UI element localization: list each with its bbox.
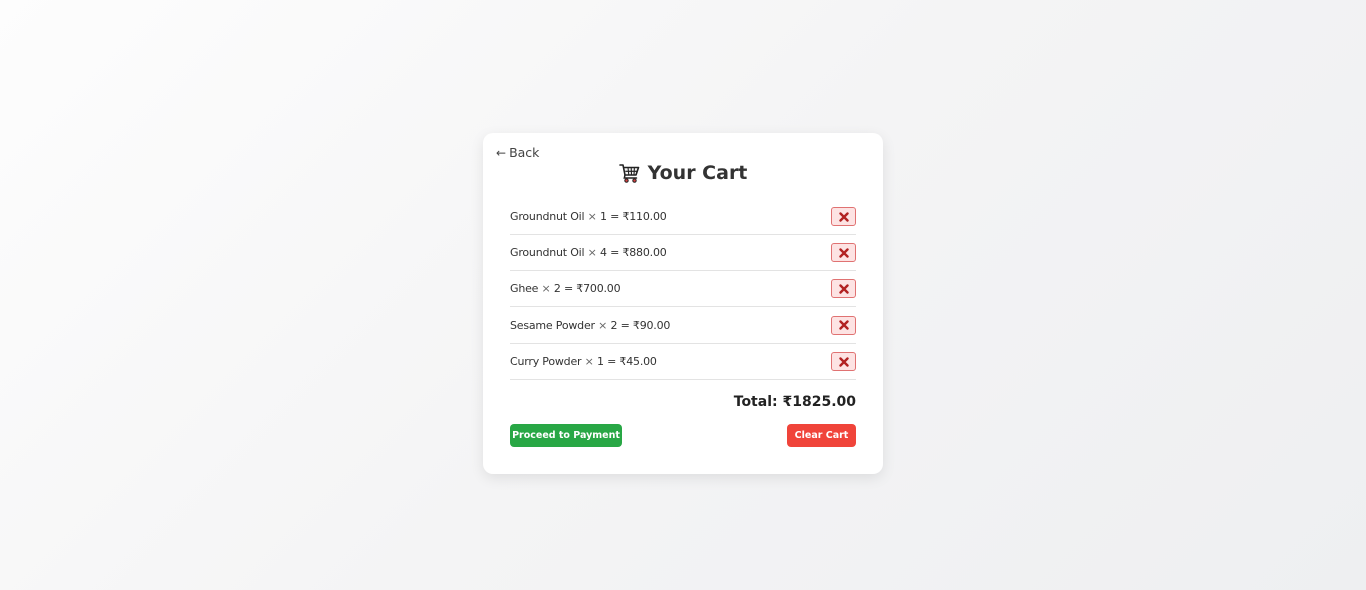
cart-item-name: Groundnut Oil (510, 246, 585, 259)
close-icon (838, 247, 849, 258)
cart-item-subtotal: ₹110.00 (622, 210, 667, 223)
cart-item: Groundnut Oil × 1 = ₹110.00 (510, 199, 856, 235)
cart-item-text: Groundnut Oil × 1 = ₹110.00 (510, 210, 667, 223)
remove-item-button[interactable] (831, 279, 856, 298)
cart-item-text: Ghee × 2 = ₹700.00 (510, 282, 621, 295)
cart-item-name: Curry Powder (510, 355, 582, 368)
cart-item-quantity: 1 (600, 210, 607, 223)
cart-item-quantity: 2 (553, 282, 561, 295)
cart-item-text: Sesame Powder × 2 = ₹90.00 (510, 318, 671, 332)
cart-item-text: Curry Powder × 1 = ₹45.00 (510, 355, 657, 368)
close-icon (838, 283, 849, 294)
remove-item-button[interactable] (831, 315, 856, 335)
page-title-text: Your Cart (647, 162, 748, 184)
cart-card: ← Back Your Cart Groundnut Oil × 1 = ₹11… (483, 133, 883, 474)
cart-total-value: ₹1825.00 (782, 394, 856, 410)
cart-item-text: Groundnut Oil × 4 = ₹880.00 (510, 246, 667, 259)
cart-item-subtotal: ₹90.00 (632, 318, 671, 332)
cart-item: Ghee × 2 = ₹700.00 (510, 271, 856, 307)
cart-item-quantity: 1 (596, 355, 604, 368)
cart-item: Sesame Powder × 2 = ₹90.00 (510, 307, 856, 344)
remove-item-button[interactable] (831, 207, 856, 226)
cart-total-label: Total: (733, 394, 778, 410)
cart-total: Total: ₹1825.00 (734, 394, 856, 410)
cart-item-subtotal: ₹880.00 (622, 246, 667, 259)
close-icon (838, 211, 849, 222)
shopping-cart-icon (618, 162, 641, 184)
cart-item: Groundnut Oil × 4 = ₹880.00 (510, 235, 856, 271)
remove-item-button[interactable] (831, 352, 856, 371)
cart-item-name: Ghee (510, 282, 539, 295)
cart-item-name: Sesame Powder (510, 318, 595, 332)
cart-item-name: Groundnut Oil (510, 210, 585, 223)
close-icon (838, 356, 849, 367)
cart-item-subtotal: ₹700.00 (576, 282, 621, 295)
cart-item-subtotal: ₹45.00 (619, 355, 657, 368)
back-arrow-icon: ← (496, 145, 507, 160)
page-title: Your Cart (483, 162, 883, 184)
close-icon (838, 320, 849, 330)
clear-cart-button[interactable]: Clear Cart (787, 424, 856, 447)
cart-item-quantity: 4 (600, 246, 607, 259)
back-link[interactable]: ← Back (496, 145, 539, 160)
back-link-label: Back (509, 145, 540, 160)
remove-item-button[interactable] (831, 243, 856, 262)
cart-item: Curry Powder × 1 = ₹45.00 (510, 344, 856, 380)
cart-items-list: Groundnut Oil × 1 = ₹110.00 Groundnut Oil… (510, 199, 856, 380)
proceed-to-payment-button[interactable]: Proceed to Payment (510, 424, 622, 447)
